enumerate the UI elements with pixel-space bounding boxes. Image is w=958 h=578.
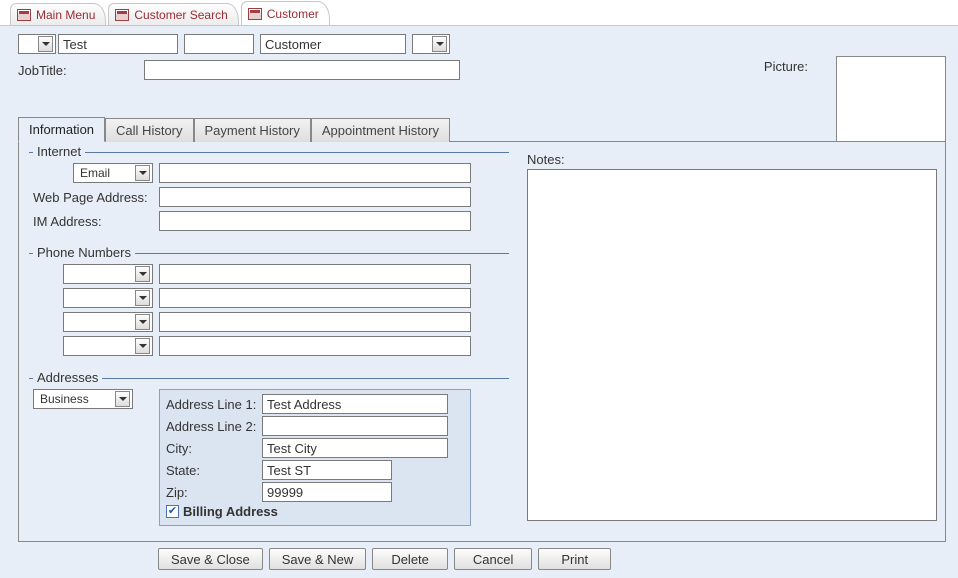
chevron-down-icon — [135, 338, 150, 354]
im-label: IM Address: — [33, 214, 153, 229]
middle-name-input[interactable] — [184, 34, 254, 54]
save-close-button[interactable]: Save & Close — [158, 548, 263, 570]
button-bar: Save & Close Save & New Delete Cancel Pr… — [18, 542, 946, 570]
cancel-button[interactable]: Cancel — [454, 548, 532, 570]
tab-customer-search-label: Customer Search — [134, 8, 227, 22]
phone-input-3[interactable] — [159, 312, 471, 332]
addr-zip-input[interactable]: 99999 — [262, 482, 392, 502]
phone-input-4[interactable] — [159, 336, 471, 356]
tab-appointment-history[interactable]: Appointment History — [311, 118, 450, 142]
notes-section: Notes: — [527, 152, 937, 521]
phone-input-1[interactable] — [159, 264, 471, 284]
chevron-down-icon — [135, 314, 150, 330]
form-icon — [115, 9, 129, 21]
notes-textarea[interactable] — [527, 169, 937, 521]
tab-information[interactable]: Information — [18, 117, 105, 142]
billing-label: Billing Address — [183, 504, 278, 519]
phone-type-dropdown-1[interactable] — [63, 264, 153, 284]
group-addresses-title: Addresses — [33, 370, 102, 385]
address-type-dropdown[interactable]: Business — [33, 389, 133, 409]
document-tabs: Main Menu Customer Search Customer — [0, 0, 958, 26]
name-row: Test Customer — [18, 34, 946, 54]
addr-line2-input[interactable] — [262, 416, 448, 436]
phone-type-dropdown-2[interactable] — [63, 288, 153, 308]
notes-label: Notes: — [527, 152, 565, 167]
group-addresses: Addresses Business Address Line 1: — [29, 378, 509, 530]
tab-customer-search[interactable]: Customer Search — [108, 3, 238, 25]
tab-main-menu[interactable]: Main Menu — [10, 3, 106, 25]
chevron-down-icon — [135, 266, 150, 282]
save-new-button[interactable]: Save & New — [269, 548, 367, 570]
group-phones: Phone Numbers — [29, 253, 509, 364]
form-icon — [248, 8, 262, 20]
last-name-input[interactable]: Customer — [260, 34, 406, 54]
phone-type-dropdown-3[interactable] — [63, 312, 153, 332]
addr-line1-input[interactable]: Test Address — [262, 394, 448, 414]
tabpage-information: Internet Email — [18, 142, 946, 542]
tab-customer[interactable]: Customer — [241, 1, 330, 25]
group-internet-title: Internet — [33, 144, 85, 159]
jobtitle-label: JobTitle: — [18, 63, 144, 78]
phone-input-2[interactable] — [159, 288, 471, 308]
picture-label: Picture: — [764, 59, 808, 74]
addr-state-label: State: — [166, 463, 262, 478]
email-type-dropdown[interactable]: Email — [73, 163, 153, 183]
suffix-dropdown[interactable] — [412, 34, 450, 54]
addr-city-input[interactable]: Test City — [262, 438, 448, 458]
tab-main-menu-label: Main Menu — [36, 8, 95, 22]
web-input[interactable] — [159, 187, 471, 207]
address-panel: Address Line 1: Test Address Address Lin… — [159, 389, 471, 526]
group-phones-title: Phone Numbers — [33, 245, 135, 260]
web-label: Web Page Address: — [33, 190, 153, 205]
first-name-input[interactable]: Test — [58, 34, 178, 54]
chevron-down-icon — [38, 36, 53, 52]
chevron-down-icon — [135, 290, 150, 306]
phone-type-dropdown-4[interactable] — [63, 336, 153, 356]
inner-tabstrip: Information Call History Payment History… — [18, 116, 946, 142]
jobtitle-input[interactable] — [144, 60, 460, 80]
addr-line2-label: Address Line 2: — [166, 419, 262, 434]
chevron-down-icon — [135, 165, 150, 181]
print-button[interactable]: Print — [538, 548, 611, 570]
email-input[interactable] — [159, 163, 471, 183]
tab-payment-history[interactable]: Payment History — [194, 118, 311, 142]
title-dropdown[interactable] — [18, 34, 56, 54]
addr-line1-label: Address Line 1: — [166, 397, 262, 412]
addr-state-input[interactable]: Test ST — [262, 460, 392, 480]
chevron-down-icon — [432, 36, 447, 52]
form-icon — [17, 9, 31, 21]
billing-checkbox[interactable] — [166, 505, 179, 518]
tab-call-history[interactable]: Call History — [105, 118, 193, 142]
chevron-down-icon — [115, 391, 130, 407]
delete-button[interactable]: Delete — [372, 548, 448, 570]
tab-customer-label: Customer — [267, 7, 319, 21]
addr-city-label: City: — [166, 441, 262, 456]
group-internet: Internet Email — [29, 152, 509, 239]
im-input[interactable] — [159, 211, 471, 231]
addr-zip-label: Zip: — [166, 485, 262, 500]
